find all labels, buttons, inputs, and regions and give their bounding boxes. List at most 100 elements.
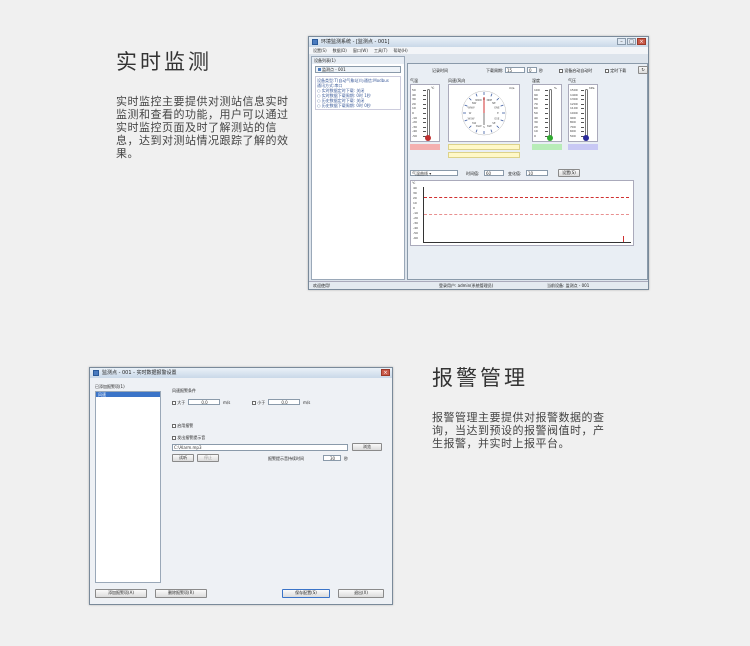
- chart-scale-label: -40: [413, 226, 418, 230]
- minimize-button[interactable]: –: [617, 38, 626, 45]
- app-icon: [93, 370, 99, 376]
- menu-item[interactable]: 数据(D): [333, 47, 347, 54]
- alarm-list[interactable]: 风速: [95, 391, 161, 583]
- sound-file-input[interactable]: C:\Alarm.mp3: [172, 444, 348, 451]
- sidebar-header: 设备列表(1): [312, 57, 404, 64]
- scale-tick: [423, 126, 426, 128]
- less-checkbox[interactable]: 小于: [252, 400, 265, 405]
- humidity-bulb: [547, 135, 553, 141]
- scale-label: 20: [412, 101, 416, 106]
- humidity-gauge: % 100 90 80 70 60 50 40 30 20 10 0: [532, 84, 562, 142]
- scale-label: 20: [534, 124, 538, 129]
- compass-label: NE: [492, 101, 496, 105]
- seconds-input[interactable]: 0: [527, 67, 537, 73]
- scale-tick: [545, 113, 548, 114]
- scale-label: 0: [412, 111, 414, 115]
- section-title-alarm: 报警管理: [432, 366, 528, 390]
- alarm-window-title: 监测点 - 001 - 实时数据报警设置: [102, 370, 177, 376]
- scale-tick: [423, 94, 426, 96]
- menu-item[interactable]: 工具(T): [374, 47, 388, 54]
- scale-tick: [545, 103, 548, 105]
- less-input[interactable]: 0.0: [268, 399, 300, 405]
- section-desc-alarm: 报警管理主要提供对报警数据的查询，当达到预设的报警阀值时，产生报警，并实时上报平…: [432, 411, 605, 450]
- menu-item[interactable]: 窗口(W): [353, 47, 368, 54]
- timer-checkbox[interactable]: 定时下载: [605, 68, 626, 73]
- compass-label: WNW: [468, 106, 476, 110]
- wind-unit: m/s: [509, 86, 515, 90]
- delete-alarm-button[interactable]: 删除报警项(R): [155, 589, 207, 598]
- chart-scale-label: 40: [413, 186, 417, 190]
- compass-label: ESE: [494, 116, 499, 120]
- add-alarm-button[interactable]: 添加报警项(A): [95, 589, 147, 598]
- compass-label: SE: [492, 121, 496, 125]
- alarm-list-item[interactable]: 风速: [96, 392, 160, 397]
- close-button[interactable]: ×: [637, 38, 646, 45]
- alarm-close-button[interactable]: ×: [381, 369, 390, 376]
- scale-tick: [581, 103, 584, 105]
- test-sound-button[interactable]: 试听: [172, 454, 194, 462]
- scale-label: 0: [534, 134, 536, 138]
- enable-alarm-checkbox[interactable]: 启用报警: [172, 423, 193, 428]
- refresh-button[interactable]: ↻: [638, 66, 648, 74]
- compass-label: ENE: [494, 106, 500, 110]
- scale-label: -10: [412, 115, 417, 120]
- device-sidebar: 设备列表(1) 监测点 - 001 设备类型:T(自动气象站)与通信:Modbu…: [311, 56, 405, 280]
- chart-scale-label: 10: [413, 201, 417, 205]
- period-input[interactable]: 60: [484, 170, 504, 176]
- humidity-value-bar: [532, 144, 562, 150]
- pressure-gauge: hPa 1500 1400 1300 1200 1100 1000 900 800 700 600…: [568, 84, 598, 142]
- period-label: 时间值:: [466, 171, 480, 176]
- save-config-button[interactable]: 保存配置(S): [282, 589, 330, 598]
- tree-item-device[interactable]: 监测点 - 001: [315, 66, 401, 73]
- temperature-value-bar: [410, 144, 440, 150]
- monitor-window: 环境监测系统 - [监测点 - 001] – □ × 设置(S) 数据(D) 窗口(…: [308, 36, 649, 290]
- exit-button[interactable]: 退出(X): [338, 589, 384, 598]
- scale-label: 90: [534, 92, 538, 97]
- scale-label: 1400: [570, 92, 578, 97]
- scale-tick: [423, 117, 426, 119]
- stop-sound-button[interactable]: 停止: [197, 454, 219, 462]
- interval-input[interactable]: 30: [323, 455, 341, 461]
- greater-checkbox[interactable]: 大于: [172, 400, 185, 405]
- scale-tick: [545, 94, 548, 96]
- scale-tick: [423, 103, 426, 105]
- temperature-label: 气温: [410, 78, 418, 83]
- change-input[interactable]: 10: [526, 170, 548, 176]
- curve-select[interactable]: 气温曲线 ▾: [410, 170, 458, 176]
- wind-label: 风速/风向: [448, 78, 466, 83]
- temperature-bulb: [425, 135, 431, 141]
- scale-label: 800: [570, 120, 576, 125]
- status-welcome: 欢迎使用!: [313, 283, 331, 288]
- status-device: 当前设备: 监测点 - 001: [547, 283, 590, 288]
- greater-input[interactable]: 0.0: [188, 399, 220, 405]
- change-label: 变化值:: [508, 171, 522, 176]
- scale-label: 900: [570, 115, 576, 120]
- chart-scale-label: -10: [413, 211, 418, 215]
- menu-item[interactable]: 帮助(H): [394, 47, 408, 54]
- scale-tick: [423, 122, 426, 124]
- scale-label: 700: [570, 124, 576, 129]
- scale-tick: [545, 117, 548, 119]
- temperature-chart: ℃ 40 30 20 10 0 -10 -20 -30 -40 -50 -60: [410, 180, 634, 246]
- device-info-line: ○ 历史数据下载周期: 0时 0秒: [317, 103, 371, 108]
- chart-scale-label: -50: [413, 231, 418, 235]
- temperature-unit: ℃: [431, 86, 435, 90]
- scale-tick: [581, 122, 584, 124]
- scale-label: 1300: [570, 97, 578, 102]
- chart-scale-label: -30: [413, 221, 418, 225]
- scale-label: 80: [534, 97, 538, 102]
- pressure-tube: [585, 89, 588, 137]
- chart-settings-button[interactable]: 设置(S): [558, 169, 580, 177]
- temperature-tube: [427, 89, 430, 137]
- menu-item[interactable]: 设置(S): [313, 47, 327, 54]
- sound-alarm-checkbox[interactable]: 发出报警提示音: [172, 435, 205, 440]
- compass-label: NNW: [475, 98, 482, 102]
- tab-bar: 实时数据历史数据参数设置: [407, 56, 648, 73]
- scale-label: 30: [412, 97, 416, 102]
- scale-tick: [545, 108, 548, 110]
- scale-label: -40: [412, 129, 417, 134]
- download-period-input[interactable]: 15: [505, 67, 525, 73]
- auto-checkbox[interactable]: 设备启动自动时: [559, 68, 592, 73]
- browse-button[interactable]: 浏览: [352, 443, 382, 451]
- maximize-button[interactable]: □: [627, 38, 636, 45]
